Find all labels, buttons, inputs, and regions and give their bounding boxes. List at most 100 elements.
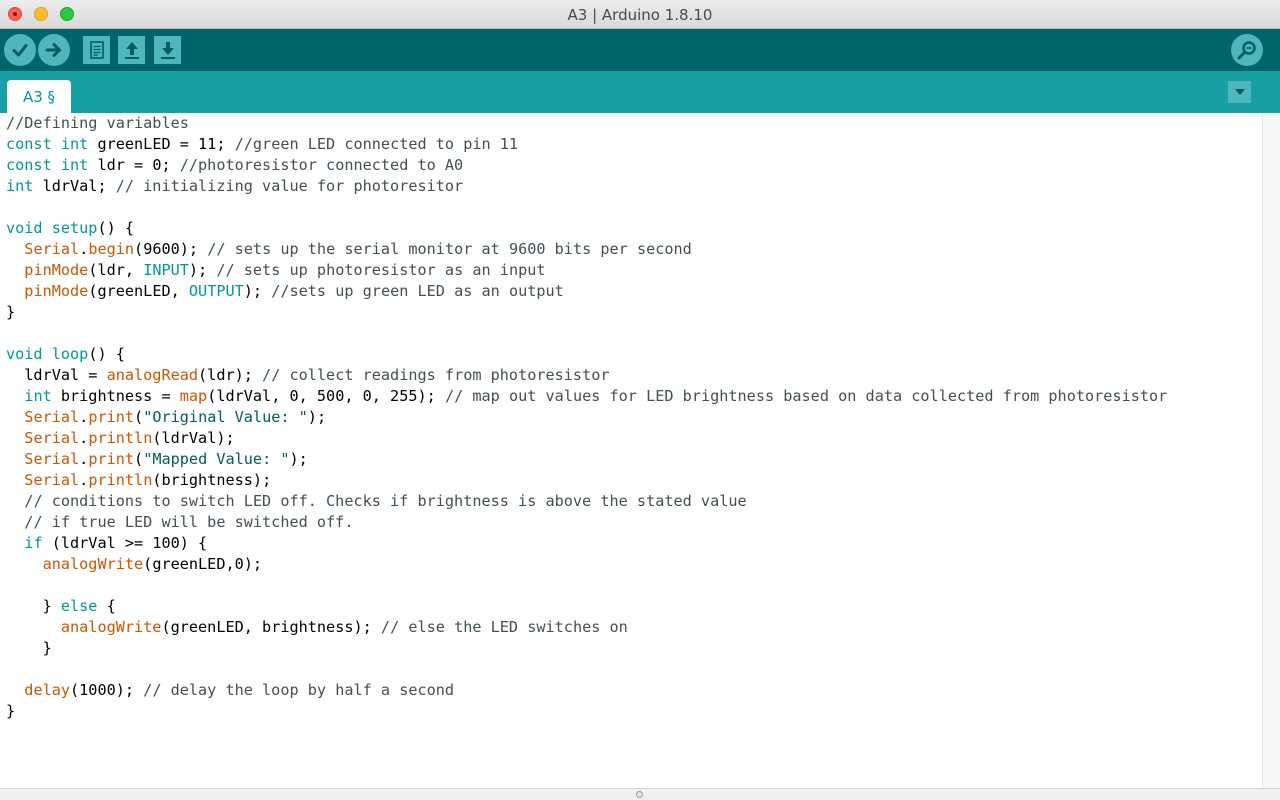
code-token: greenLED = 11; [88,135,235,153]
tab-a3[interactable]: A3 § [7,80,71,113]
code-token: OUTPUT [188,282,244,300]
code-token: // conditions to switch LED off. Checks … [24,492,747,510]
code-line: Serial.begin(9600); // sets up the seria… [6,239,1167,260]
code-token: analogRead [106,366,199,384]
code-token: delay [24,681,71,699]
code-token: // else the LED switches on [380,618,628,636]
code-token: (ldrVal); [152,429,235,447]
code-token: int [24,387,52,405]
code-token: void [6,219,43,237]
new-sketch-button[interactable] [83,36,110,64]
vertical-scrollbar[interactable] [1262,113,1280,788]
code-token: Serial [24,429,80,447]
code-line: delay(1000); // delay the loop by half a… [6,680,1167,701]
code-token: ); [188,261,217,279]
code-token: // sets up photoresistor as an input [216,261,546,279]
code-token: "Mapped Value: " [143,450,290,468]
code-token: const [6,156,52,174]
code-token: "Original Value: " [143,408,308,426]
code-token: ldrVal; [33,177,116,195]
code-token: // sets up the serial monitor at 9600 bi… [207,240,692,258]
verify-button[interactable] [4,34,36,66]
code-token: println [88,471,153,489]
upload-button[interactable] [38,34,70,66]
code-token: } [6,639,52,657]
code-token: if [24,534,43,552]
code-token: // delay the loop by half a second [143,681,455,699]
code-token: ( [134,450,144,468]
open-upload-icon [124,42,139,59]
checkmark-icon [12,44,28,57]
code-token: INPUT [143,261,189,279]
code-token: (ldrVal >= 100) { [42,534,208,552]
tab-bar: A3 § [0,71,1280,113]
splitter-handle-icon[interactable] [636,791,643,798]
code-token: analogWrite [42,555,144,573]
code-token: (ldr); [198,366,263,384]
code-token: loop [51,345,89,363]
tab-menu-button[interactable] [1228,81,1251,103]
title-bar: A3 | Arduino 1.8.10 [0,0,1280,29]
code-line: int brightness = map(ldrVal, 0, 500, 0, … [6,386,1167,407]
code-line: } [6,638,1167,659]
toolbar [0,29,1280,71]
code-token: } [6,597,61,615]
code-token: (greenLED, [88,282,189,300]
console-splitter[interactable] [0,788,1280,800]
code-token: . [79,450,89,468]
serial-monitor-button[interactable] [1231,34,1263,66]
code-token: // map out values for LED brightness bas… [444,387,1168,405]
code-token: (greenLED,0); [143,555,263,573]
code-token: (ldrVal, 0, 500, 0, 255); [207,387,445,405]
open-sketch-button[interactable] [118,36,145,64]
code-token: int [60,135,89,153]
code-line: Serial.println(ldrVal); [6,428,1167,449]
save-sketch-button[interactable] [154,36,181,64]
code-token: print [88,450,135,468]
code-token: void [6,345,43,363]
code-token: int [6,177,34,195]
code-token: ldrVal = [6,366,107,384]
code-line: } else { [6,596,1167,617]
code-line: Serial.println(brightness); [6,470,1167,491]
code-token: { [97,597,116,615]
code-token: // initializing value for photoresitor [115,177,464,195]
code-line: // if true LED will be switched off. [6,512,1167,533]
code-token: setup [51,219,98,237]
chevron-down-icon [1234,89,1245,95]
code-token: Serial [24,240,80,258]
code-token: map [179,387,208,405]
code-line: } [6,302,1167,323]
code-token: . [79,408,89,426]
code-token: else [60,597,98,615]
code-token: //green LED connected to pin 11 [234,135,519,153]
code-line: void loop() { [6,344,1167,365]
code-token: Serial [24,450,80,468]
code-line: } [6,701,1167,722]
code-token: //photoresistor connected to A0 [179,156,464,174]
code-line: int ldrVal; // initializing value for ph… [6,176,1167,197]
code-line: //Defining variables [6,113,1167,134]
code-editor[interactable]: //Defining variables const int greenLED =… [0,113,1262,788]
code-token: // if true LED will be switched off. [24,513,354,531]
code-token: ldr = 0; [88,156,180,174]
code-token: Serial [24,408,80,426]
code-token: . [79,240,89,258]
code-line: Serial.print("Original Value: "); [6,407,1167,428]
